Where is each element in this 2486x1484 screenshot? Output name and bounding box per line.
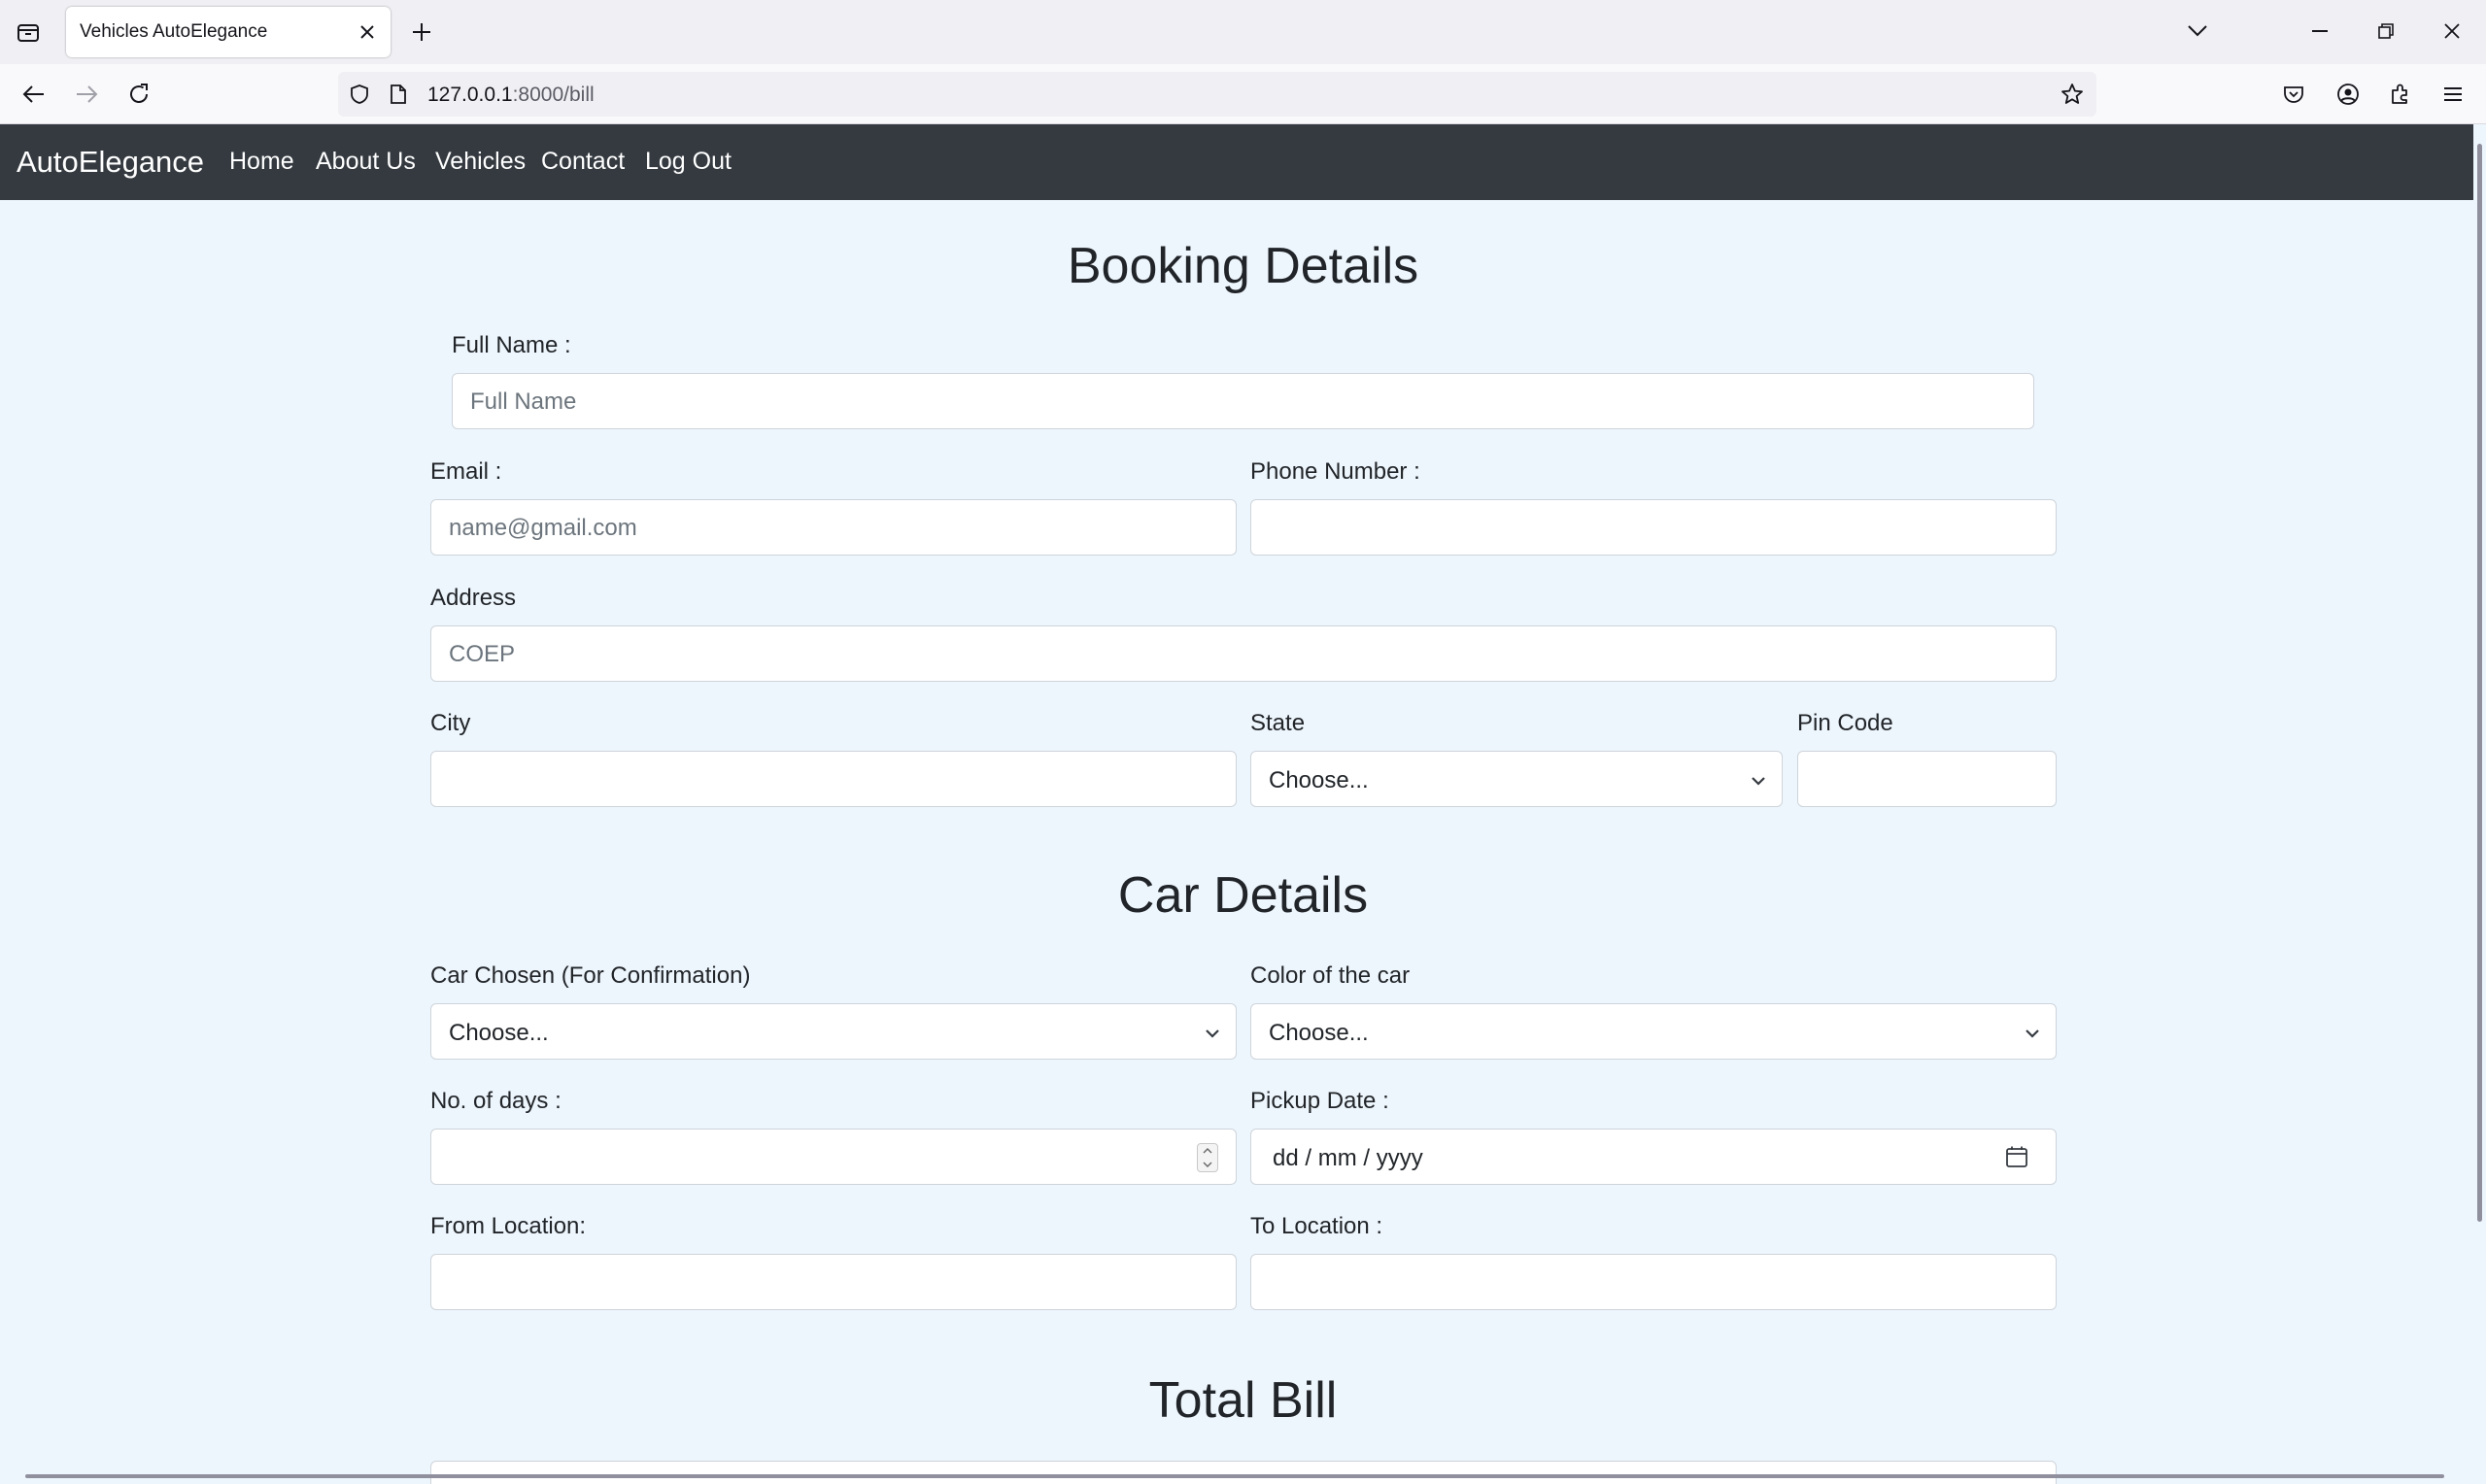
account-icon[interactable] [2332,78,2365,111]
car-selected-value: Choose... [449,1020,549,1046]
pin-code-input[interactable] [1797,751,2057,807]
chevron-down-icon [2023,1024,2042,1043]
site-navbar: AutoElegance Home About Us Vehicles Cont… [0,124,2486,200]
nav-about-us[interactable]: About Us [316,148,416,176]
active-tab[interactable]: Vehicles AutoElegance [66,7,391,57]
days-label: No. of days : [430,1088,562,1114]
shield-icon[interactable] [348,83,371,106]
from-location-label: From Location: [430,1213,587,1239]
horizontal-scrollbar[interactable] [25,1474,2444,1478]
total-bill-field[interactable] [430,1461,2057,1484]
email-placeholder: name@gmail.com [449,515,637,541]
bill-page-content: Booking Details Full Name : Full Name Em… [0,200,2473,1484]
nav-vehicles[interactable]: Vehicles [435,148,526,176]
scrollbar-thumb[interactable] [2477,144,2482,1222]
pin-code-label: Pin Code [1797,710,1893,736]
city-label: City [430,710,471,736]
state-select[interactable]: Choose... [1250,751,1783,807]
pickup-date-placeholder: dd / mm / yyyy [1273,1145,1423,1171]
close-tab-icon[interactable] [356,20,379,44]
full-name-label: Full Name : [452,332,571,358]
state-label: State [1250,710,1306,736]
car-chosen-label: Car Chosen (For Confirmation) [430,962,751,989]
nav-log-out[interactable]: Log Out [645,148,732,176]
car-chosen-select[interactable]: Choose... [430,1003,1237,1060]
from-location-input[interactable] [430,1254,1237,1310]
car-color-select[interactable]: Choose... [1250,1003,2057,1060]
url-path: :8000/bill [512,84,595,106]
url-bar[interactable]: 127.0.0.1:8000/bill [338,72,2096,117]
to-location-label: To Location : [1250,1213,1383,1239]
close-window-icon[interactable] [2433,14,2471,49]
full-name-input[interactable]: Full Name [452,373,2034,429]
phone-input[interactable] [1250,499,2057,556]
calendar-icon[interactable] [2003,1143,2030,1170]
vertical-scrollbar[interactable] [2473,124,2486,1484]
chevron-down-icon [1749,771,1768,791]
total-bill-heading: Total Bill [1148,1372,1338,1429]
city-input[interactable] [430,751,1237,807]
car-details-heading: Car Details [1117,867,1369,924]
restore-icon[interactable] [2367,14,2405,49]
bookmark-star-icon[interactable] [2060,82,2085,107]
color-selected-value: Choose... [1269,1020,1369,1046]
menu-icon[interactable] [2436,78,2469,111]
pocket-icon[interactable] [2277,78,2310,111]
phone-label: Phone Number : [1250,458,1420,485]
booking-details-heading: Booking Details [1067,238,1419,294]
url-text: 127.0.0.1:8000/bill [427,84,595,107]
address-placeholder: COEP [449,641,516,667]
days-number-input[interactable] [430,1129,1237,1185]
chevron-down-icon [1203,1024,1222,1043]
number-spinner-icon[interactable] [1197,1143,1218,1172]
extensions-icon[interactable] [2384,78,2417,111]
email-input[interactable]: name@gmail.com [430,499,1237,556]
address-input[interactable]: COEP [430,625,2057,682]
minimize-icon[interactable] [2300,14,2339,49]
new-tab-icon[interactable] [406,17,437,48]
to-location-input[interactable] [1250,1254,2057,1310]
forward-icon[interactable] [70,78,103,111]
car-color-label: Color of the car [1250,962,1411,989]
brand-logo[interactable]: AutoElegance [17,145,204,180]
email-label: Email : [430,458,502,485]
browser-tab-bar: Vehicles AutoElegance [0,0,2486,64]
pickup-date-label: Pickup Date : [1250,1088,1389,1114]
state-selected-value: Choose... [1269,767,1369,793]
list-all-tabs-icon[interactable] [2182,16,2213,47]
full-name-placeholder: Full Name [470,388,577,415]
tab-list-icon[interactable] [14,17,43,47]
url-host: 127.0.0.1 [427,84,513,106]
address-label: Address [430,585,517,611]
reload-icon[interactable] [122,78,155,111]
tab-title: Vehicles AutoElegance [80,21,268,42]
page-icon[interactable] [387,83,410,106]
nav-contact[interactable]: Contact [541,148,625,176]
pickup-date-input[interactable]: dd / mm / yyyy [1250,1129,2057,1185]
browser-toolbar: 127.0.0.1:8000/bill [0,64,2486,124]
nav-home[interactable]: Home [229,148,294,176]
back-icon[interactable] [17,78,51,111]
